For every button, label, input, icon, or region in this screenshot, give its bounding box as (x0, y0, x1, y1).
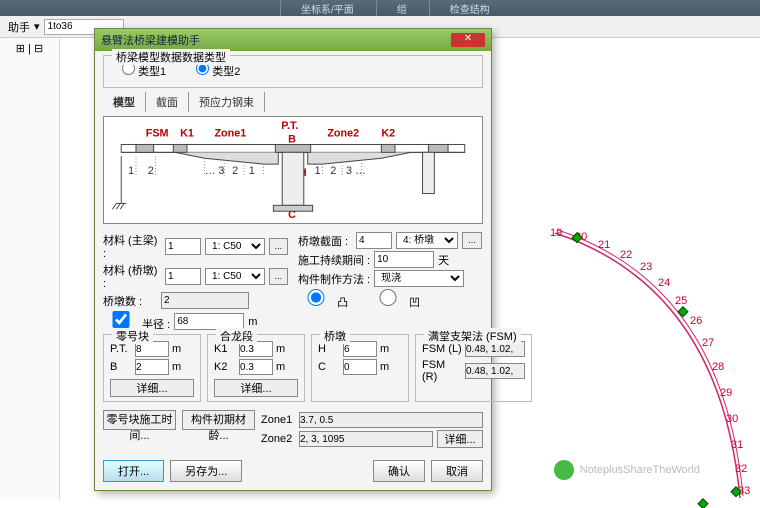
fab-method[interactable]: 现浇 (374, 270, 464, 287)
open-button[interactable]: 打开... (103, 460, 164, 482)
svg-text:30: 30 (726, 413, 738, 425)
pier-sec-num[interactable] (356, 232, 392, 249)
mat-main-sel[interactable]: 1: C50 (205, 238, 265, 255)
svg-text:Zone2: Zone2 (327, 128, 359, 140)
svg-text:1: 1 (249, 165, 255, 177)
svg-text:28: 28 (712, 361, 724, 373)
wechat-icon (554, 460, 574, 480)
svg-text:2: 2 (232, 165, 238, 177)
svg-text:3 …: 3 … (346, 165, 366, 177)
zone1-input (299, 412, 483, 428)
svg-text:2: 2 (148, 165, 154, 177)
const-dur[interactable] (374, 251, 434, 268)
svg-text:FSM: FSM (146, 128, 169, 140)
ok-button[interactable]: 确认 (373, 460, 425, 482)
svg-text:24: 24 (658, 277, 670, 289)
svg-text:27: 27 (702, 337, 714, 349)
cantilever-bridge-wizard-dialog: 悬臂法桥梁建模助手 ✕ 桥梁模型数据数据类型 类型1 类型2 模型 截面 预应力… (94, 28, 492, 491)
svg-text:19: 19 (550, 228, 562, 239)
svg-text:K2: K2 (381, 128, 395, 140)
svg-text:2: 2 (330, 165, 336, 177)
c-input[interactable] (343, 359, 377, 375)
zero-detail[interactable]: 详细... (110, 379, 194, 397)
closure-detail[interactable]: 详细... (214, 379, 298, 397)
svg-text:K1: K1 (180, 128, 194, 140)
mat-pier-num[interactable] (165, 268, 201, 285)
bridge-diagram: FSMK1 Zone1P.T. BZone2 K2 HC (103, 116, 483, 224)
saveas-button[interactable]: 另存为... (170, 460, 242, 482)
tab-tendon[interactable]: 预应力钢束 (189, 92, 265, 112)
mat-main-more[interactable]: ... (269, 238, 288, 255)
b-input[interactable] (135, 359, 169, 375)
svg-text:Zone1: Zone1 (214, 128, 246, 140)
dialog-title: 悬臂法桥梁建模助手 (101, 32, 200, 48)
close-icon[interactable]: ✕ (451, 33, 485, 47)
mat-main-num[interactable] (165, 238, 201, 255)
dropdown-icon[interactable]: ▾ (34, 20, 40, 33)
watermark: NoteplusShareTheWorld (554, 460, 700, 480)
svg-text:26: 26 (690, 315, 702, 327)
const-time-btn[interactable]: 零号块施工时间... (103, 410, 176, 430)
sidebar: ⊞ | ⊟ (0, 38, 60, 500)
mat-pier-sel[interactable]: 1: C50 (205, 268, 265, 285)
svg-text:23: 23 (640, 261, 652, 273)
tab-model[interactable]: 模型 (103, 92, 146, 112)
svg-text:… 3: … 3 (205, 165, 225, 177)
svg-text:25: 25 (675, 295, 687, 307)
svg-text:B: B (288, 134, 296, 146)
svg-text:P.T.: P.T. (281, 120, 298, 132)
k2-input[interactable] (239, 359, 273, 375)
svg-text:32: 32 (735, 463, 747, 475)
pier-count (161, 292, 249, 309)
pier-sec-sel[interactable]: 4: 桥墩 (396, 232, 458, 249)
svg-text:1: 1 (128, 165, 134, 177)
radio-concave[interactable]: 凹 (370, 289, 424, 310)
svg-text:29: 29 (720, 387, 732, 399)
zone2-input (299, 431, 433, 447)
init-mat-btn[interactable]: 构件初期材龄... (182, 410, 255, 430)
data-type-legend: 桥梁模型数据数据类型 (112, 49, 230, 65)
ribbon-group-check[interactable]: 检查结构 (429, 0, 510, 16)
cancel-button[interactable]: 取消 (431, 460, 483, 482)
svg-text:22: 22 (620, 249, 632, 261)
pier-sec-more[interactable]: ... (462, 232, 482, 249)
ribbon-group-group[interactable]: 组 (376, 0, 427, 16)
tab-section[interactable]: 截面 (146, 92, 189, 112)
zone-detail[interactable]: 详细... (437, 430, 483, 448)
fsm-r (465, 363, 525, 379)
svg-text:31: 31 (731, 439, 743, 451)
svg-text:1: 1 (315, 165, 321, 177)
radio-convex[interactable]: 凸 (298, 289, 352, 310)
svg-text:21: 21 (598, 239, 610, 251)
mat-pier-more[interactable]: ... (269, 268, 288, 285)
toolbar-suffix: 助手 (8, 19, 30, 35)
ribbon-group-coord[interactable]: 坐标系/平面 (280, 0, 374, 16)
